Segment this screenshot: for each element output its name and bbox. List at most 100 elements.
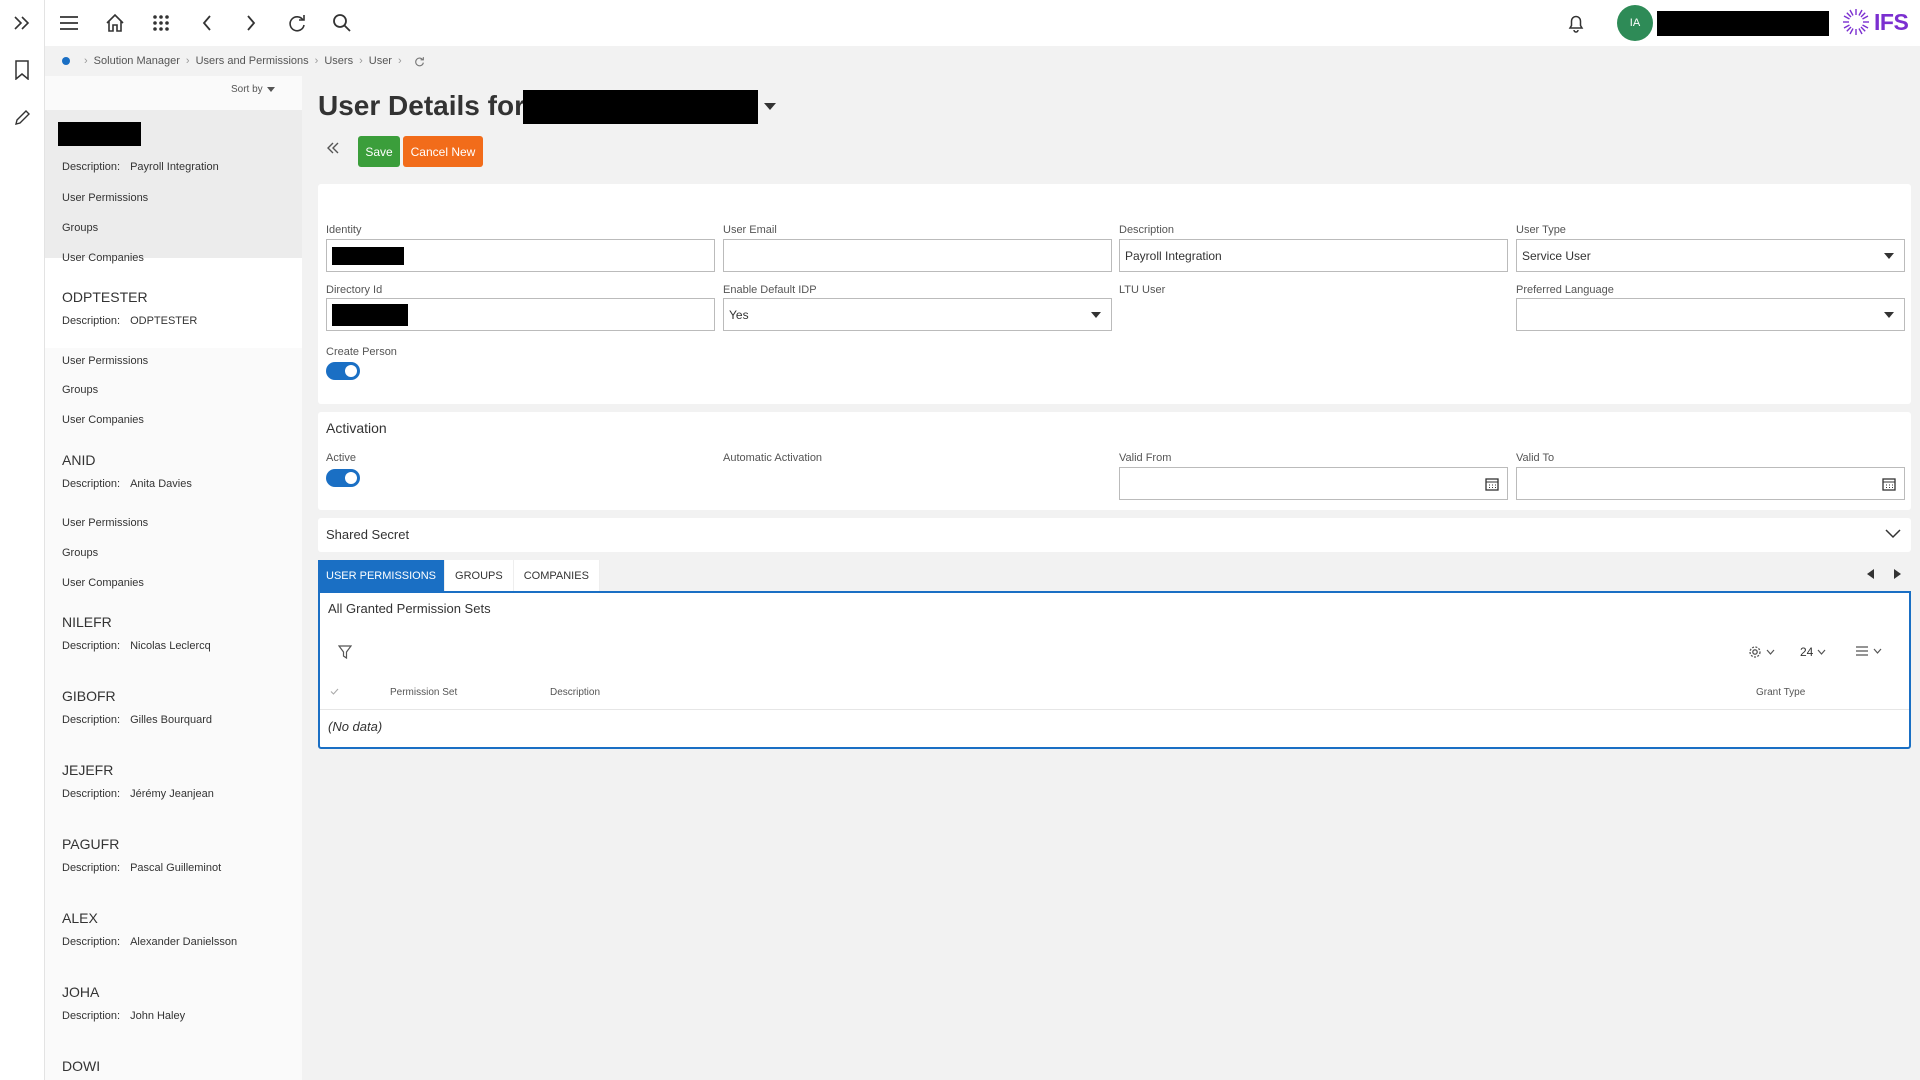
tab-companies[interactable]: COMPANIES bbox=[513, 560, 600, 591]
grid-settings-button[interactable] bbox=[1748, 645, 1775, 659]
user-type-select[interactable]: Service User bbox=[1516, 239, 1905, 272]
tab-scroll-right-icon[interactable] bbox=[1894, 569, 1901, 579]
tab-user-permissions[interactable]: USER PERMISSIONS bbox=[318, 560, 446, 591]
list-link-groups[interactable]: Groups bbox=[62, 222, 98, 234]
list-link-user-companies[interactable]: User Companies bbox=[62, 252, 144, 264]
redacted-user-name bbox=[1657, 11, 1829, 36]
tab-scroll-left-icon[interactable] bbox=[1867, 569, 1874, 579]
identity-field[interactable] bbox=[326, 239, 715, 272]
apps-grid-icon[interactable] bbox=[149, 11, 173, 35]
list-item-description: Description: John Haley bbox=[62, 1010, 186, 1022]
left-rail bbox=[0, 0, 45, 1080]
cancel-new-button[interactable]: Cancel New bbox=[403, 136, 483, 167]
filter-icon[interactable] bbox=[338, 645, 352, 659]
grid-title: All Granted Permission Sets bbox=[328, 601, 491, 616]
tab-groups[interactable]: GROUPS bbox=[445, 560, 514, 591]
chevron-down-icon bbox=[1884, 312, 1894, 318]
tab-bar: USER PERMISSIONS GROUPS COMPANIES bbox=[318, 560, 600, 591]
chevron-down-icon bbox=[1817, 649, 1826, 655]
list-link-user-companies[interactable]: User Companies bbox=[62, 414, 144, 426]
breadcrumb-users-and-permissions[interactable]: Users and Permissions bbox=[196, 55, 309, 67]
refresh-icon[interactable] bbox=[285, 11, 309, 35]
list-item-title[interactable]: NILEFR bbox=[62, 614, 112, 630]
list-item-title[interactable]: GIBOFR bbox=[62, 688, 116, 704]
column-header-permission-set[interactable]: Permission Set bbox=[390, 687, 457, 698]
list-item-title[interactable]: ANID bbox=[62, 452, 95, 468]
description-field[interactable]: Payroll Integration bbox=[1119, 239, 1508, 272]
calendar-icon[interactable] bbox=[1485, 477, 1499, 491]
column-header-description[interactable]: Description bbox=[550, 687, 600, 698]
enable-default-idp-label: Enable Default IDP bbox=[723, 284, 817, 296]
description-label: Description bbox=[1119, 224, 1175, 236]
list-item-title[interactable]: ALEX bbox=[62, 910, 98, 926]
list-link-user-permissions[interactable]: User Permissions bbox=[62, 517, 148, 529]
record-list-pane: Sort by Description: Payroll Integration … bbox=[45, 76, 302, 1080]
column-header-grant-type[interactable]: Grant Type bbox=[1756, 687, 1805, 698]
list-item-description: Description: Payroll Integration bbox=[62, 161, 219, 173]
column-options-button[interactable] bbox=[1855, 645, 1882, 657]
menu-icon[interactable] bbox=[57, 11, 81, 35]
list-link-groups[interactable]: Groups bbox=[62, 547, 98, 559]
active-toggle[interactable] bbox=[326, 469, 360, 487]
record-selector-caret-icon[interactable] bbox=[764, 103, 776, 110]
valid-from-field[interactable] bbox=[1119, 467, 1508, 500]
directory-id-field[interactable] bbox=[326, 298, 715, 331]
calendar-icon[interactable] bbox=[1882, 477, 1896, 491]
forward-icon[interactable] bbox=[239, 11, 263, 35]
home-icon[interactable] bbox=[103, 11, 127, 35]
list-item-title[interactable]: JEJEFR bbox=[62, 762, 113, 778]
bookmark-icon[interactable] bbox=[10, 58, 34, 82]
list-item-title[interactable]: ODPTESTER bbox=[62, 289, 148, 305]
ifs-logo: IFS bbox=[1840, 6, 1909, 38]
chevron-down-icon bbox=[1873, 648, 1882, 654]
list-item-title[interactable]: PAGUFR bbox=[62, 836, 119, 852]
breadcrumb: › Solution Manager › Users and Permissio… bbox=[58, 52, 425, 70]
grid-header-divider bbox=[320, 709, 1909, 710]
list-link-user-permissions[interactable]: User Permissions bbox=[62, 355, 148, 367]
user-avatar[interactable]: IA bbox=[1617, 5, 1653, 41]
breadcrumb-users[interactable]: Users bbox=[324, 55, 353, 67]
sort-by-label: Sort by bbox=[231, 84, 263, 95]
permission-sets-grid: All Granted Permission Sets 24 Permissio… bbox=[318, 591, 1911, 749]
shared-secret-section[interactable]: Shared Secret bbox=[318, 518, 1911, 552]
breadcrumb-home-dot-icon[interactable] bbox=[62, 57, 70, 65]
preferred-language-select[interactable] bbox=[1516, 298, 1905, 331]
sort-by-button[interactable]: Sort by bbox=[231, 84, 275, 95]
list-item-selected[interactable]: Description: Payroll Integration bbox=[45, 110, 302, 258]
list-item-title[interactable]: DOWI bbox=[62, 1058, 100, 1074]
back-icon[interactable] bbox=[195, 11, 219, 35]
caret-down-icon bbox=[266, 87, 275, 92]
list-link-user-companies[interactable]: User Companies bbox=[62, 577, 144, 589]
activation-card: Activation Active Automatic Activation V… bbox=[318, 412, 1911, 510]
breadcrumb-refresh-icon[interactable] bbox=[414, 56, 425, 67]
search-icon[interactable] bbox=[330, 11, 354, 35]
ifs-logo-mark-icon bbox=[1843, 9, 1869, 35]
breadcrumb-separator-icon: › bbox=[84, 55, 88, 67]
identity-label: Identity bbox=[326, 224, 362, 236]
enable-default-idp-value: Yes bbox=[729, 307, 749, 322]
enable-default-idp-select[interactable]: Yes bbox=[723, 298, 1112, 331]
list-link-groups[interactable]: Groups bbox=[62, 384, 98, 396]
edit-pencil-icon[interactable] bbox=[10, 106, 34, 130]
breadcrumb-user[interactable]: User bbox=[369, 55, 392, 67]
user-type-value: Service User bbox=[1522, 248, 1591, 263]
breadcrumb-solution-manager[interactable]: Solution Manager bbox=[94, 55, 180, 67]
list-item-description: Description: Anita Davies bbox=[62, 478, 192, 490]
valid-from-label: Valid From bbox=[1119, 452, 1172, 464]
expand-navigation-icon[interactable] bbox=[10, 11, 34, 35]
valid-to-field[interactable] bbox=[1516, 467, 1905, 500]
create-person-toggle[interactable] bbox=[326, 362, 360, 380]
select-all-check-icon[interactable] bbox=[330, 688, 339, 695]
redacted-directory-id-value bbox=[332, 303, 408, 326]
list-item-title[interactable]: JOHA bbox=[62, 984, 99, 1000]
list-view-icon bbox=[1856, 646, 1868, 656]
notifications-bell-icon[interactable] bbox=[1564, 11, 1588, 35]
list-link-user-permissions[interactable]: User Permissions bbox=[62, 192, 148, 204]
automatic-activation-label: Automatic Activation bbox=[723, 452, 823, 464]
user-email-field[interactable] bbox=[723, 239, 1112, 272]
gear-icon bbox=[1749, 646, 1761, 658]
page-size-select[interactable]: 24 bbox=[1800, 645, 1826, 659]
save-button[interactable]: Save bbox=[358, 136, 400, 167]
collapse-list-icon[interactable] bbox=[326, 141, 340, 155]
ifs-logo-text: IFS bbox=[1874, 8, 1909, 35]
